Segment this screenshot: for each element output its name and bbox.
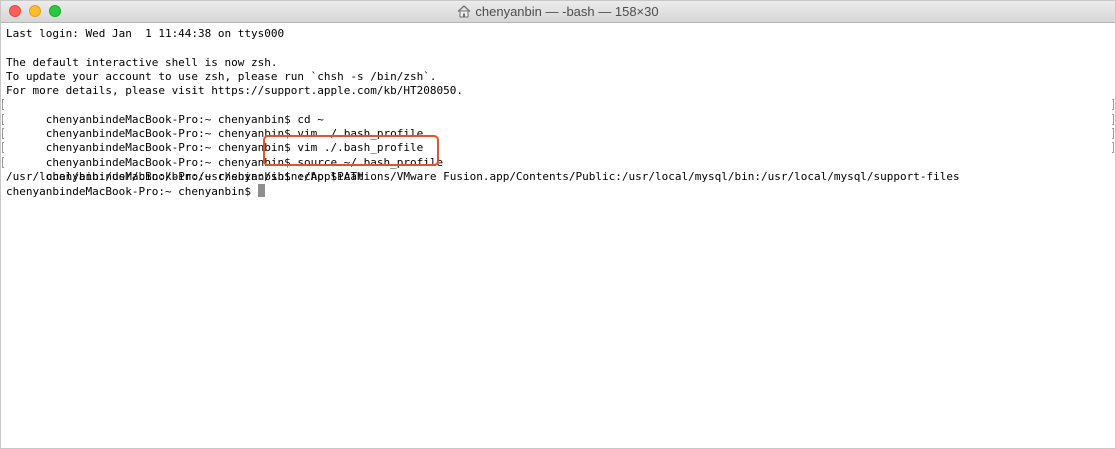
terminal-line: Last login: Wed Jan 1 11:44:38 on ttys00… xyxy=(6,27,285,40)
command-mark-left xyxy=(2,156,4,168)
text-cursor xyxy=(257,184,265,198)
command-mark-right xyxy=(1112,113,1114,125)
terminal-output[interactable]: Last login: Wed Jan 1 11:44:38 on ttys00… xyxy=(2,27,1114,199)
terminal-line: To update your account to use zsh, pleas… xyxy=(6,69,437,83)
command-highlight-box xyxy=(263,135,439,166)
terminal-line: The default interactive shell is now zsh… xyxy=(6,55,278,69)
command-mark-right xyxy=(1112,142,1114,154)
terminal-line: /usr/local/bin:/usr/bin:/bin:/usr/sbin:/… xyxy=(6,169,960,183)
command-mark-left xyxy=(2,128,4,140)
terminal-window: chenyanbin — -bash — 158×30 Last login: … xyxy=(0,0,1116,449)
terminal-command-line: chenyanbindeMacBook-Pro:~ chenyanbin$ so… xyxy=(2,141,1114,169)
terminal-line: For more details, please visit https://s… xyxy=(6,84,463,98)
title-bar[interactable]: chenyanbin — -bash — 158×30 xyxy=(1,1,1115,23)
window-title-text: chenyanbin — -bash — 158×30 xyxy=(475,4,659,19)
command-mark-left xyxy=(2,99,4,111)
terminal-command-line: chenyanbindeMacBook-Pro:~ chenyanbin$ ec… xyxy=(2,156,1107,183)
terminal-command-line: chenyanbindeMacBook-Pro:~ chenyanbin$ vi… xyxy=(2,113,1114,140)
window-title: chenyanbin — -bash — 158×30 xyxy=(1,4,1115,22)
terminal-command-line: chenyanbindeMacBook-Pro:~ chenyanbin$ vi… xyxy=(2,127,1114,154)
command-mark-right xyxy=(1112,128,1114,140)
terminal-command-line: chenyanbindeMacBook-Pro:~ chenyanbin$ cd… xyxy=(2,98,1114,126)
command-mark-right xyxy=(1112,99,1114,111)
terminal-prompt-line[interactable]: chenyanbindeMacBook-Pro:~ chenyanbin$ xyxy=(6,184,1107,198)
command-mark-left xyxy=(2,113,4,125)
home-folder-icon xyxy=(457,5,471,22)
command-mark-left xyxy=(2,142,4,154)
